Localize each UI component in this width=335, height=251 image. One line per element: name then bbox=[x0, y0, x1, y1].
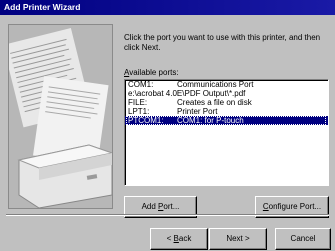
configure-label-post: onfigure Port... bbox=[268, 202, 322, 211]
add-port-label-pre: Add bbox=[141, 202, 159, 211]
port-row-ptcom1-selected[interactable]: PTCOM1: COM1: for P-touch bbox=[125, 116, 328, 125]
add-port-label-post: ort... bbox=[163, 202, 180, 211]
wizard-illustration bbox=[8, 24, 113, 209]
port-name: LPT1: bbox=[128, 107, 150, 116]
port-name: e:\acrobat 4.0E\PDF Output\*.pdf bbox=[128, 89, 246, 98]
port-name: FILE: bbox=[128, 98, 148, 107]
port-row-file[interactable]: FILE: Creates a file on disk bbox=[125, 98, 328, 107]
instruction-text: Click the port you want to use with this… bbox=[124, 33, 321, 52]
available-ports-label-rest: vailable ports: bbox=[129, 68, 179, 77]
back-label-pre: < bbox=[166, 234, 174, 243]
ports-listbox[interactable]: COM1: Communications Port e:\acrobat 4.0… bbox=[124, 79, 329, 186]
add-printer-wizard-window: Add Printer Wizard Click the port you wa… bbox=[0, 0, 335, 251]
cancel-button[interactable]: Cancel bbox=[275, 228, 331, 250]
port-description: COM1: for P-touch bbox=[177, 116, 244, 125]
port-description: Creates a file on disk bbox=[177, 98, 252, 107]
port-row-lpt1[interactable]: LPT1: Printer Port bbox=[125, 107, 328, 116]
window-title: Add Printer Wizard bbox=[0, 0, 335, 15]
printer-illustration-image bbox=[9, 25, 112, 208]
next-label: Next > bbox=[226, 234, 250, 243]
port-name: COM1: bbox=[128, 80, 154, 89]
available-ports-label: Available ports: bbox=[124, 68, 179, 77]
next-button[interactable]: Next > bbox=[209, 228, 267, 250]
port-description: Communications Port bbox=[177, 80, 254, 89]
cancel-label: Cancel bbox=[290, 234, 316, 243]
port-name: PTCOM1: bbox=[128, 116, 164, 125]
footer-separator bbox=[6, 214, 329, 216]
back-button[interactable]: < Back bbox=[150, 228, 208, 250]
port-description: Printer Port bbox=[177, 107, 218, 116]
port-row-com1[interactable]: COM1: Communications Port bbox=[125, 80, 328, 89]
back-label-post: ack bbox=[178, 234, 192, 243]
port-row-pdf-output[interactable]: e:\acrobat 4.0E\PDF Output\*.pdf bbox=[125, 89, 328, 98]
